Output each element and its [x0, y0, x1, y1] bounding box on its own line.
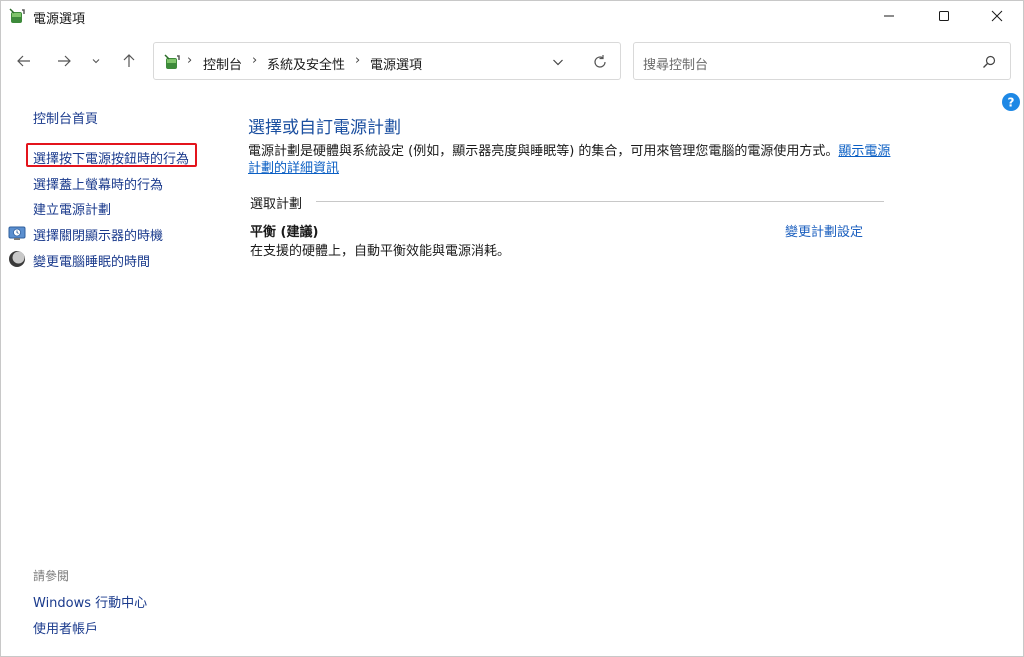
see-also-heading: 請參閱 — [33, 569, 70, 583]
select-plan-heading: 選取計劃 — [250, 197, 303, 212]
search-box[interactable]: 搜尋控制台 — [633, 42, 1011, 80]
forward-arrow-icon — [58, 55, 71, 67]
sleep-timing-link[interactable]: 變更電腦睡眠的時間 — [33, 251, 150, 270]
window-title: 電源選項 — [33, 12, 86, 27]
breadcrumb-separator: › — [355, 53, 361, 68]
forward-button[interactable] — [50, 46, 78, 76]
create-power-plan-link[interactable]: 建立電源計劃 — [33, 199, 111, 218]
close-icon — [991, 10, 1003, 22]
page-title: 選擇或自訂電源計劃 — [248, 118, 401, 138]
breadcrumb-separator: › — [252, 53, 258, 68]
up-arrow-icon — [123, 54, 135, 67]
breadcrumb-power-options[interactable]: 電源選項 — [370, 54, 422, 73]
maximize-icon — [939, 11, 949, 21]
search-input[interactable]: 搜尋控制台 — [643, 54, 708, 73]
lid-close-behavior-link[interactable]: 選擇蓋上螢幕時的行為 — [33, 174, 163, 193]
display-icon — [8, 226, 26, 240]
maximize-button[interactable] — [919, 0, 969, 32]
close-button[interactable] — [972, 0, 1022, 32]
windows-mobility-center-link[interactable]: Windows 行動中心 — [33, 592, 147, 611]
address-bar[interactable]: › 控制台 › 系統及安全性 › 電源選項 — [153, 42, 621, 80]
page-description: 電源計劃是硬體與系統設定 (例如，顯示器亮度與睡眠等) 的集合，可用來管理您電腦… — [248, 143, 898, 177]
recent-chevron-icon — [92, 59, 100, 64]
dropdown-chevron-icon[interactable] — [552, 56, 564, 68]
back-button[interactable] — [10, 46, 38, 76]
section-divider — [316, 201, 884, 202]
breadcrumb-separator: › — [187, 53, 193, 68]
description-text: 電源計劃是硬體與系統設定 (例如，顯示器亮度與睡眠等) 的集合，可用來管理您電腦… — [248, 144, 839, 159]
control-panel-home-link[interactable]: 控制台首頁 — [33, 108, 98, 127]
plan-name: 平衡 (建議) — [250, 225, 319, 240]
change-plan-settings-link[interactable]: 變更計劃設定 — [785, 221, 863, 240]
user-accounts-link[interactable]: 使用者帳戶 — [33, 618, 98, 637]
breadcrumb-system-security[interactable]: 系統及安全性 — [267, 54, 345, 73]
sleep-icon — [9, 251, 25, 267]
power-button-behavior-link[interactable]: 選擇按下電源按鈕時的行為 — [33, 148, 189, 167]
breadcrumb-control-panel[interactable]: 控制台 — [203, 54, 242, 73]
help-icon[interactable]: ? — [1002, 93, 1020, 111]
search-icon[interactable] — [982, 55, 996, 69]
refresh-icon[interactable] — [592, 54, 608, 70]
power-options-icon — [9, 8, 25, 23]
window-frame — [0, 0, 1024, 657]
plan-description: 在支援的硬體上，自動平衡效能與電源消耗。 — [250, 244, 511, 259]
recent-locations-button[interactable] — [84, 46, 108, 76]
minimize-button[interactable] — [864, 0, 914, 32]
display-off-timing-link[interactable]: 選擇關閉顯示器的時機 — [33, 225, 163, 244]
up-button[interactable] — [115, 46, 143, 76]
svg-text:?: ? — [1008, 96, 1015, 110]
minimize-icon — [884, 15, 894, 17]
back-arrow-icon — [17, 55, 30, 67]
power-options-icon — [164, 54, 180, 69]
